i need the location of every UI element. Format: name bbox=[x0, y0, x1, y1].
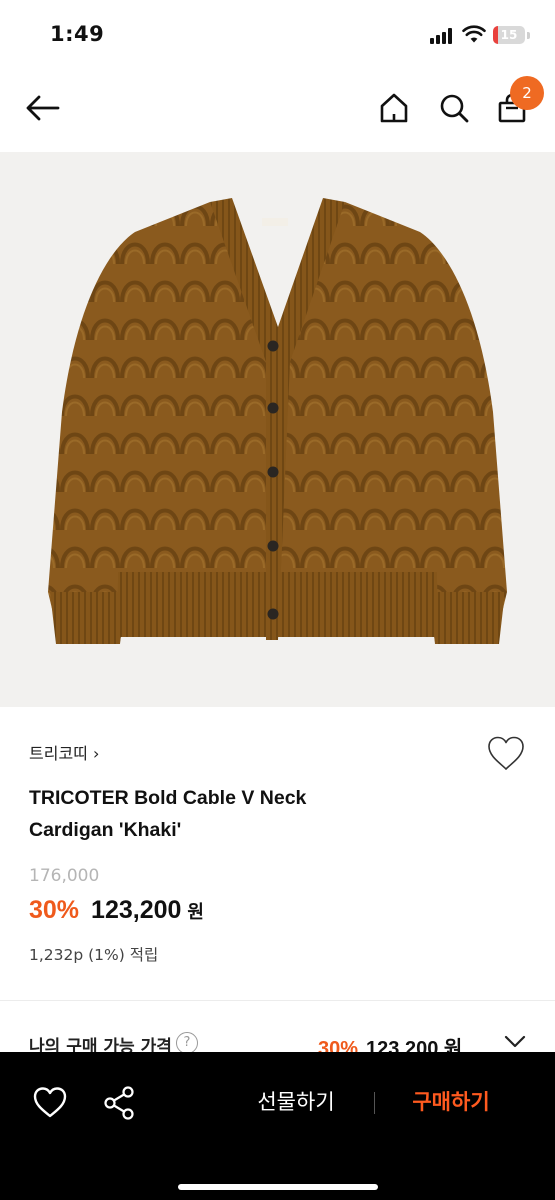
heart-icon bbox=[488, 736, 524, 770]
share-icon bbox=[104, 1086, 134, 1120]
my-price-row[interactable]: 나의 구매 가능 가격 ? 30% 123,200 원 bbox=[0, 1030, 555, 1052]
search-button[interactable] bbox=[434, 88, 474, 128]
my-price-amount: 123,200 원 bbox=[366, 1038, 463, 1052]
price-row: 30% 123,200 원 bbox=[29, 896, 204, 925]
product-title: TRICOTER Bold Cable V Neck Cardigan 'Kha… bbox=[29, 782, 459, 846]
home-icon bbox=[380, 93, 408, 123]
my-price-label: 나의 구매 가능 가격 bbox=[29, 1037, 172, 1052]
cardigan-illustration bbox=[48, 198, 507, 644]
currency-label: 원 bbox=[187, 902, 204, 923]
signal-icon bbox=[430, 28, 456, 44]
heart-icon bbox=[33, 1087, 67, 1118]
bottom-action-bar: 선물하기 구매하기 bbox=[0, 1052, 555, 1200]
chevron-down-icon[interactable] bbox=[504, 1034, 526, 1050]
separator bbox=[374, 1092, 375, 1114]
battery-icon: 15 bbox=[493, 26, 525, 44]
product-title-line2: Cardigan 'Khaki' bbox=[29, 819, 182, 841]
back-arrow-icon bbox=[26, 95, 60, 121]
product-detail-page: 1:49 15 2 트리코띠 › TRICOTER Bold Cable V N… bbox=[0, 0, 555, 1200]
status-bar: 1:49 15 bbox=[0, 0, 555, 70]
home-button[interactable] bbox=[374, 88, 414, 128]
reward-points: 1,232p (1%) 적립 bbox=[29, 946, 159, 964]
brand-link[interactable]: 트리코띠 › bbox=[29, 740, 99, 764]
chevron-right-icon: › bbox=[92, 744, 100, 763]
status-time: 1:49 bbox=[50, 22, 105, 46]
my-price-discount: 30% bbox=[318, 1038, 359, 1052]
back-button[interactable] bbox=[22, 88, 62, 128]
gift-button[interactable]: 선물하기 bbox=[236, 1086, 356, 1116]
product-image[interactable] bbox=[0, 152, 555, 707]
original-price: 176,000 bbox=[29, 866, 100, 886]
share-button[interactable] bbox=[102, 1085, 136, 1121]
cart-count-badge: 2 bbox=[510, 76, 544, 110]
buy-button[interactable]: 구매하기 bbox=[396, 1086, 506, 1116]
header bbox=[0, 70, 555, 152]
battery-cap bbox=[527, 32, 530, 39]
search-icon bbox=[440, 94, 469, 123]
divider bbox=[0, 1000, 555, 1001]
discount-rate: 30% bbox=[29, 896, 80, 924]
my-price-value: 30% 123,200 원 bbox=[318, 1032, 462, 1052]
home-indicator bbox=[178, 1184, 378, 1190]
bottom-wishlist-button[interactable] bbox=[32, 1086, 68, 1120]
brand-name: 트리코띠 bbox=[29, 744, 88, 763]
product-title-line1: TRICOTER Bold Cable V Neck bbox=[29, 787, 307, 809]
battery-level: 15 bbox=[500, 28, 518, 42]
wifi-icon bbox=[462, 25, 486, 43]
wishlist-button[interactable] bbox=[486, 735, 526, 773]
help-icon[interactable]: ? bbox=[176, 1032, 198, 1052]
sale-price: 123,200 bbox=[91, 896, 182, 924]
